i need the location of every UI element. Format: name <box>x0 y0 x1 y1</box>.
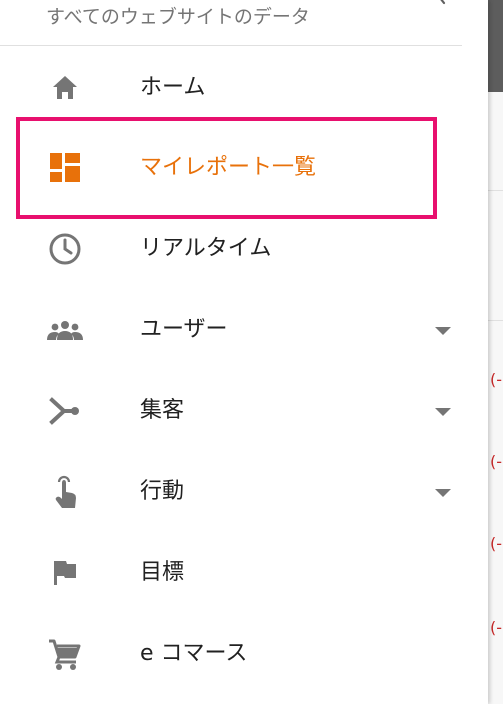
property-title: すべてのウェブサイトのデータ <box>46 6 310 28</box>
nav-label-realtime: リアルタイム <box>140 236 272 261</box>
nav-label-users: ユーザー <box>140 317 228 342</box>
caret-down-icon[interactable] <box>434 485 452 499</box>
nav-item-users[interactable]: ユーザー <box>0 298 462 362</box>
nav-label-ecommerce: e コマース <box>140 641 248 666</box>
chevron-right-icon <box>432 0 450 12</box>
acquisition-icon <box>45 391 85 431</box>
nav-drawer: すべてのウェブサイトのデータ ホーム マイレポート一覧 リアルタイム ユーザー … <box>0 0 488 704</box>
highlight-frame <box>16 117 437 219</box>
nav-item-acquisition[interactable]: 集客 <box>0 379 462 443</box>
nav-item-behavior[interactable]: 行動 <box>0 460 462 524</box>
caret-down-icon[interactable] <box>434 323 452 337</box>
property-selector[interactable]: すべてのウェブサイトのデータ <box>0 0 462 46</box>
background-text: (- <box>490 370 503 389</box>
background-divider <box>488 190 503 191</box>
background-divider <box>488 320 503 321</box>
page: (- (- (- (- すべてのウェブサイトのデータ ホーム マイレポート一覧 … <box>0 0 503 704</box>
clock-icon <box>45 229 85 269</box>
background-text: (- <box>490 534 503 553</box>
caret-down-icon[interactable] <box>434 404 452 418</box>
nav-label-home: ホーム <box>140 75 206 100</box>
nav-label-behavior: 行動 <box>140 479 185 504</box>
nav-item-home[interactable]: ホーム <box>0 56 462 120</box>
nav-label-acquisition: 集客 <box>140 398 185 423</box>
touch-icon <box>45 472 85 512</box>
cart-icon <box>45 634 85 674</box>
nav-label-goals: 目標 <box>140 560 185 585</box>
background-header <box>488 0 503 92</box>
people-icon <box>45 310 85 350</box>
background-text: (- <box>490 618 503 637</box>
home-icon <box>45 68 85 108</box>
nav-item-goals[interactable]: 目標 <box>0 541 462 605</box>
nav-item-realtime[interactable]: リアルタイム <box>0 217 462 281</box>
background-text: (- <box>490 452 503 471</box>
background-content: (- (- (- (- <box>488 0 503 704</box>
flag-icon <box>45 553 85 593</box>
nav-item-ecommerce[interactable]: e コマース <box>0 622 462 686</box>
